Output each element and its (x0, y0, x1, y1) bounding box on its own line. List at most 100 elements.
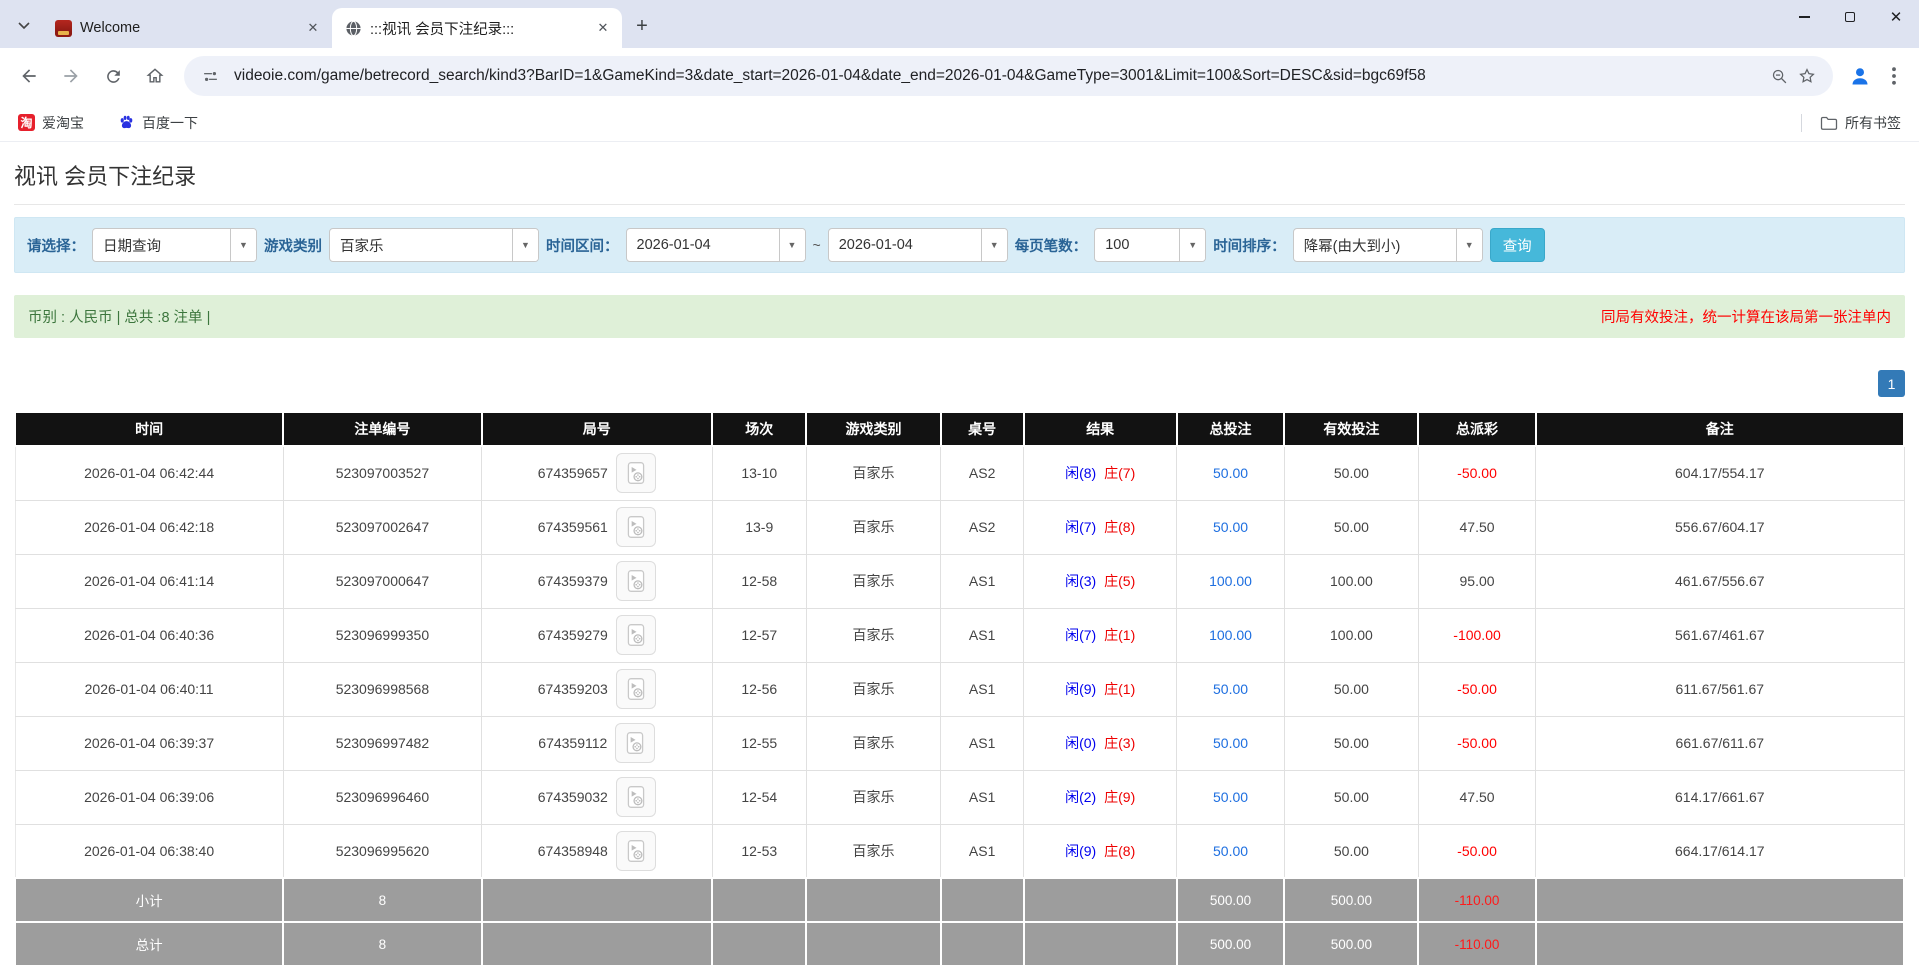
banker-result: 庄(3) (1104, 735, 1135, 751)
player-result: 闲(7) (1065, 519, 1096, 535)
forward-button[interactable] (52, 57, 90, 95)
subtotal-label: 小计 (15, 878, 283, 922)
tab-welcome[interactable]: Welcome ✕ (42, 8, 332, 48)
cell-total-bet: 50.00 (1177, 770, 1285, 824)
query-type-select[interactable]: 日期查询 ▼ (92, 228, 257, 262)
maximize-button[interactable] (1827, 0, 1873, 34)
video-replay-button[interactable] (616, 561, 656, 601)
tab-search-button[interactable] (10, 12, 38, 40)
game-kind-select[interactable]: 百家乐 ▼ (329, 228, 539, 262)
subtotal-count: 8 (283, 878, 481, 922)
taobao-icon: 淘 (18, 114, 35, 131)
col-game: 游戏类别 (806, 412, 940, 446)
date-end-select[interactable]: 2026-01-04 ▼ (828, 228, 1008, 262)
total-payout: -110.00 (1418, 922, 1535, 966)
bookmark-taobao[interactable]: 淘 爱淘宝 (14, 110, 88, 136)
cell-game: 百家乐 (806, 824, 940, 878)
all-bookmarks-button[interactable]: 所有书签 (1816, 110, 1905, 136)
col-valid-bet: 有效投注 (1284, 412, 1418, 446)
video-replay-button[interactable] (616, 615, 656, 655)
site-settings-icon[interactable] (196, 62, 224, 90)
per-page-select[interactable]: 100 ▼ (1094, 228, 1206, 262)
tab-close-icon[interactable]: ✕ (594, 19, 612, 37)
table-row: 2026-01-04 06:39:37 523096997482 6743591… (15, 716, 1904, 770)
tab-title: Welcome (80, 20, 296, 36)
subtotal-payout: -110.00 (1418, 878, 1535, 922)
cell-time: 2026-01-04 06:42:44 (15, 446, 283, 500)
welcome-tab-favicon (54, 19, 72, 37)
video-replay-button[interactable] (615, 723, 655, 763)
film-icon (622, 730, 648, 756)
address-bar[interactable]: videoie.com/game/betrecord_search/kind3?… (184, 56, 1833, 96)
home-button[interactable] (136, 57, 174, 95)
chevron-down-icon[interactable]: ▼ (981, 229, 1007, 261)
home-icon (145, 66, 165, 86)
table-row: 2026-01-04 06:38:40 523096995620 6743589… (15, 824, 1904, 878)
bookmark-baidu[interactable]: 百度一下 (114, 110, 202, 136)
tab-betrecord[interactable]: :::视讯 会员下注纪录::: ✕ (332, 8, 622, 48)
table-row: 2026-01-04 06:41:14 523097000647 6743593… (15, 554, 1904, 608)
new-tab-button[interactable]: + (628, 12, 656, 40)
video-replay-button[interactable] (616, 507, 656, 547)
cell-result: 闲(7) 庄(8) (1024, 500, 1177, 554)
back-button[interactable] (10, 57, 48, 95)
forward-arrow-icon (61, 66, 81, 86)
reload-button[interactable] (94, 57, 132, 95)
window-controls: ✕ (1781, 0, 1919, 34)
chevron-down-icon[interactable]: ▼ (1456, 229, 1482, 261)
browser-toolbar: videoie.com/game/betrecord_search/kind3?… (0, 48, 1919, 104)
date-start-select[interactable]: 2026-01-04 ▼ (626, 228, 806, 262)
video-replay-button[interactable] (616, 831, 656, 871)
chevron-down-icon[interactable]: ▼ (1179, 229, 1205, 261)
browser-menu-button[interactable] (1879, 57, 1909, 95)
cell-session: 13-9 (712, 500, 806, 554)
col-result: 结果 (1024, 412, 1177, 446)
url-text[interactable]: videoie.com/game/betrecord_search/kind3?… (234, 67, 1765, 85)
cell-bet-id: 523096997482 (283, 716, 481, 770)
total-total-bet: 500.00 (1177, 922, 1285, 966)
video-replay-button[interactable] (616, 669, 656, 709)
cell-valid-bet: 100.00 (1284, 554, 1418, 608)
banker-result: 庄(7) (1104, 465, 1135, 481)
back-arrow-icon (19, 66, 39, 86)
cell-payout: -50.00 (1418, 662, 1535, 716)
film-icon (623, 514, 649, 540)
minimize-button[interactable] (1781, 0, 1827, 34)
chevron-down-icon[interactable]: ▼ (230, 229, 256, 261)
tab-close-icon[interactable]: ✕ (304, 19, 322, 37)
cell-time: 2026-01-04 06:41:14 (15, 554, 283, 608)
cell-result: 闲(0) 庄(3) (1024, 716, 1177, 770)
cell-session: 12-57 (712, 608, 806, 662)
page-1-button[interactable]: 1 (1878, 370, 1905, 397)
chevron-down-icon[interactable]: ▼ (512, 229, 538, 261)
film-icon (623, 838, 649, 864)
close-window-button[interactable]: ✕ (1873, 0, 1919, 34)
cell-time: 2026-01-04 06:39:06 (15, 770, 283, 824)
cell-remark: 561.67/461.67 (1536, 608, 1904, 662)
info-bar: 币别 : 人民币 | 总共 :8 注单 | 同局有效投注，统一计算在该局第一张注… (14, 295, 1905, 338)
zoom-icon[interactable] (1765, 62, 1793, 90)
cell-bet-id: 523096996460 (283, 770, 481, 824)
bookmark-star-icon[interactable] (1793, 62, 1821, 90)
cell-time: 2026-01-04 06:40:11 (15, 662, 283, 716)
cell-result: 闲(9) 庄(8) (1024, 824, 1177, 878)
date-start-value: 2026-01-04 (627, 237, 779, 253)
video-replay-button[interactable] (616, 453, 656, 493)
cell-remark: 661.67/611.67 (1536, 716, 1904, 770)
subtotal-total-bet: 500.00 (1177, 878, 1285, 922)
col-payout: 总派彩 (1418, 412, 1535, 446)
valid-bet-notice: 同局有效投注，统一计算在该局第一张注单内 (1601, 306, 1891, 327)
sort-select[interactable]: 降幂(由大到小) ▼ (1293, 228, 1483, 262)
bookmarks-bar: 淘 爱淘宝 百度一下 所有书签 (0, 104, 1919, 142)
profile-avatar[interactable] (1841, 57, 1879, 95)
chevron-down-icon[interactable]: ▼ (779, 229, 805, 261)
table-row: 2026-01-04 06:40:36 523096999350 6743592… (15, 608, 1904, 662)
page-title: 视讯 会员下注纪录 (14, 142, 1905, 205)
cell-valid-bet: 50.00 (1284, 500, 1418, 554)
cell-valid-bet: 50.00 (1284, 446, 1418, 500)
search-button[interactable]: 查询 (1490, 228, 1545, 262)
cell-session: 12-56 (712, 662, 806, 716)
subtotal-valid-bet: 500.00 (1284, 878, 1418, 922)
video-replay-button[interactable] (616, 777, 656, 817)
cell-total-bet: 50.00 (1177, 446, 1285, 500)
